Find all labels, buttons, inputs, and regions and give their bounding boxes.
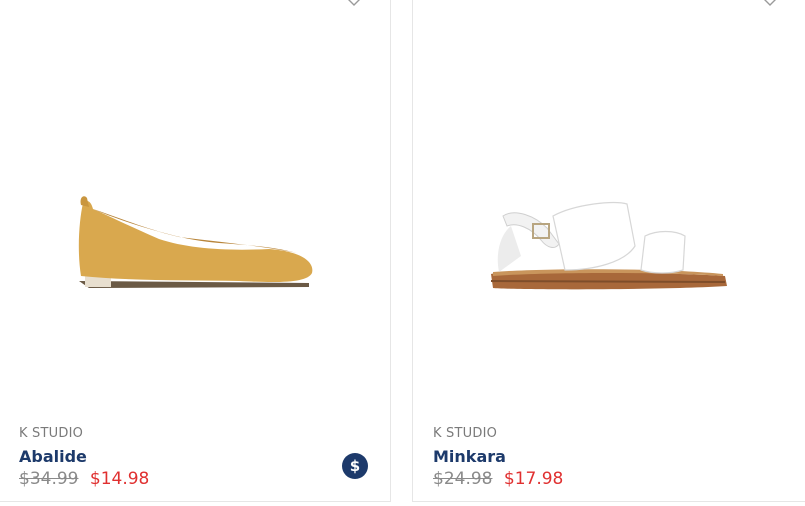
product-card[interactable]: K STUDIO Abalide $34.99 $14.98 $: [0, 0, 391, 502]
sale-price: $17.98: [503, 469, 564, 489]
product-grid: K STUDIO Abalide $34.99 $14.98 $ K STUDI…: [0, 0, 805, 506]
original-price: $34.99: [19, 469, 79, 489]
product-name[interactable]: Abalide: [19, 447, 87, 466]
product-image[interactable]: [413, 151, 805, 321]
original-price: $24.98: [433, 469, 493, 489]
price-row: $34.99 $14.98: [19, 469, 149, 489]
heart-icon[interactable]: [343, 0, 365, 7]
ballet-flat-image: [78, 196, 313, 288]
sale-badge-icon: $: [342, 453, 368, 479]
product-name[interactable]: Minkara: [433, 447, 506, 466]
sandal-image: [490, 201, 727, 290]
product-card[interactable]: K STUDIO Minkara $24.98 $17.98: [412, 0, 805, 502]
heart-icon[interactable]: [759, 0, 781, 7]
brand-label: K STUDIO: [433, 426, 498, 441]
product-image[interactable]: [0, 151, 390, 321]
sale-price: $14.98: [89, 469, 150, 489]
brand-label: K STUDIO: [19, 426, 84, 441]
price-row: $24.98 $17.98: [433, 469, 563, 489]
